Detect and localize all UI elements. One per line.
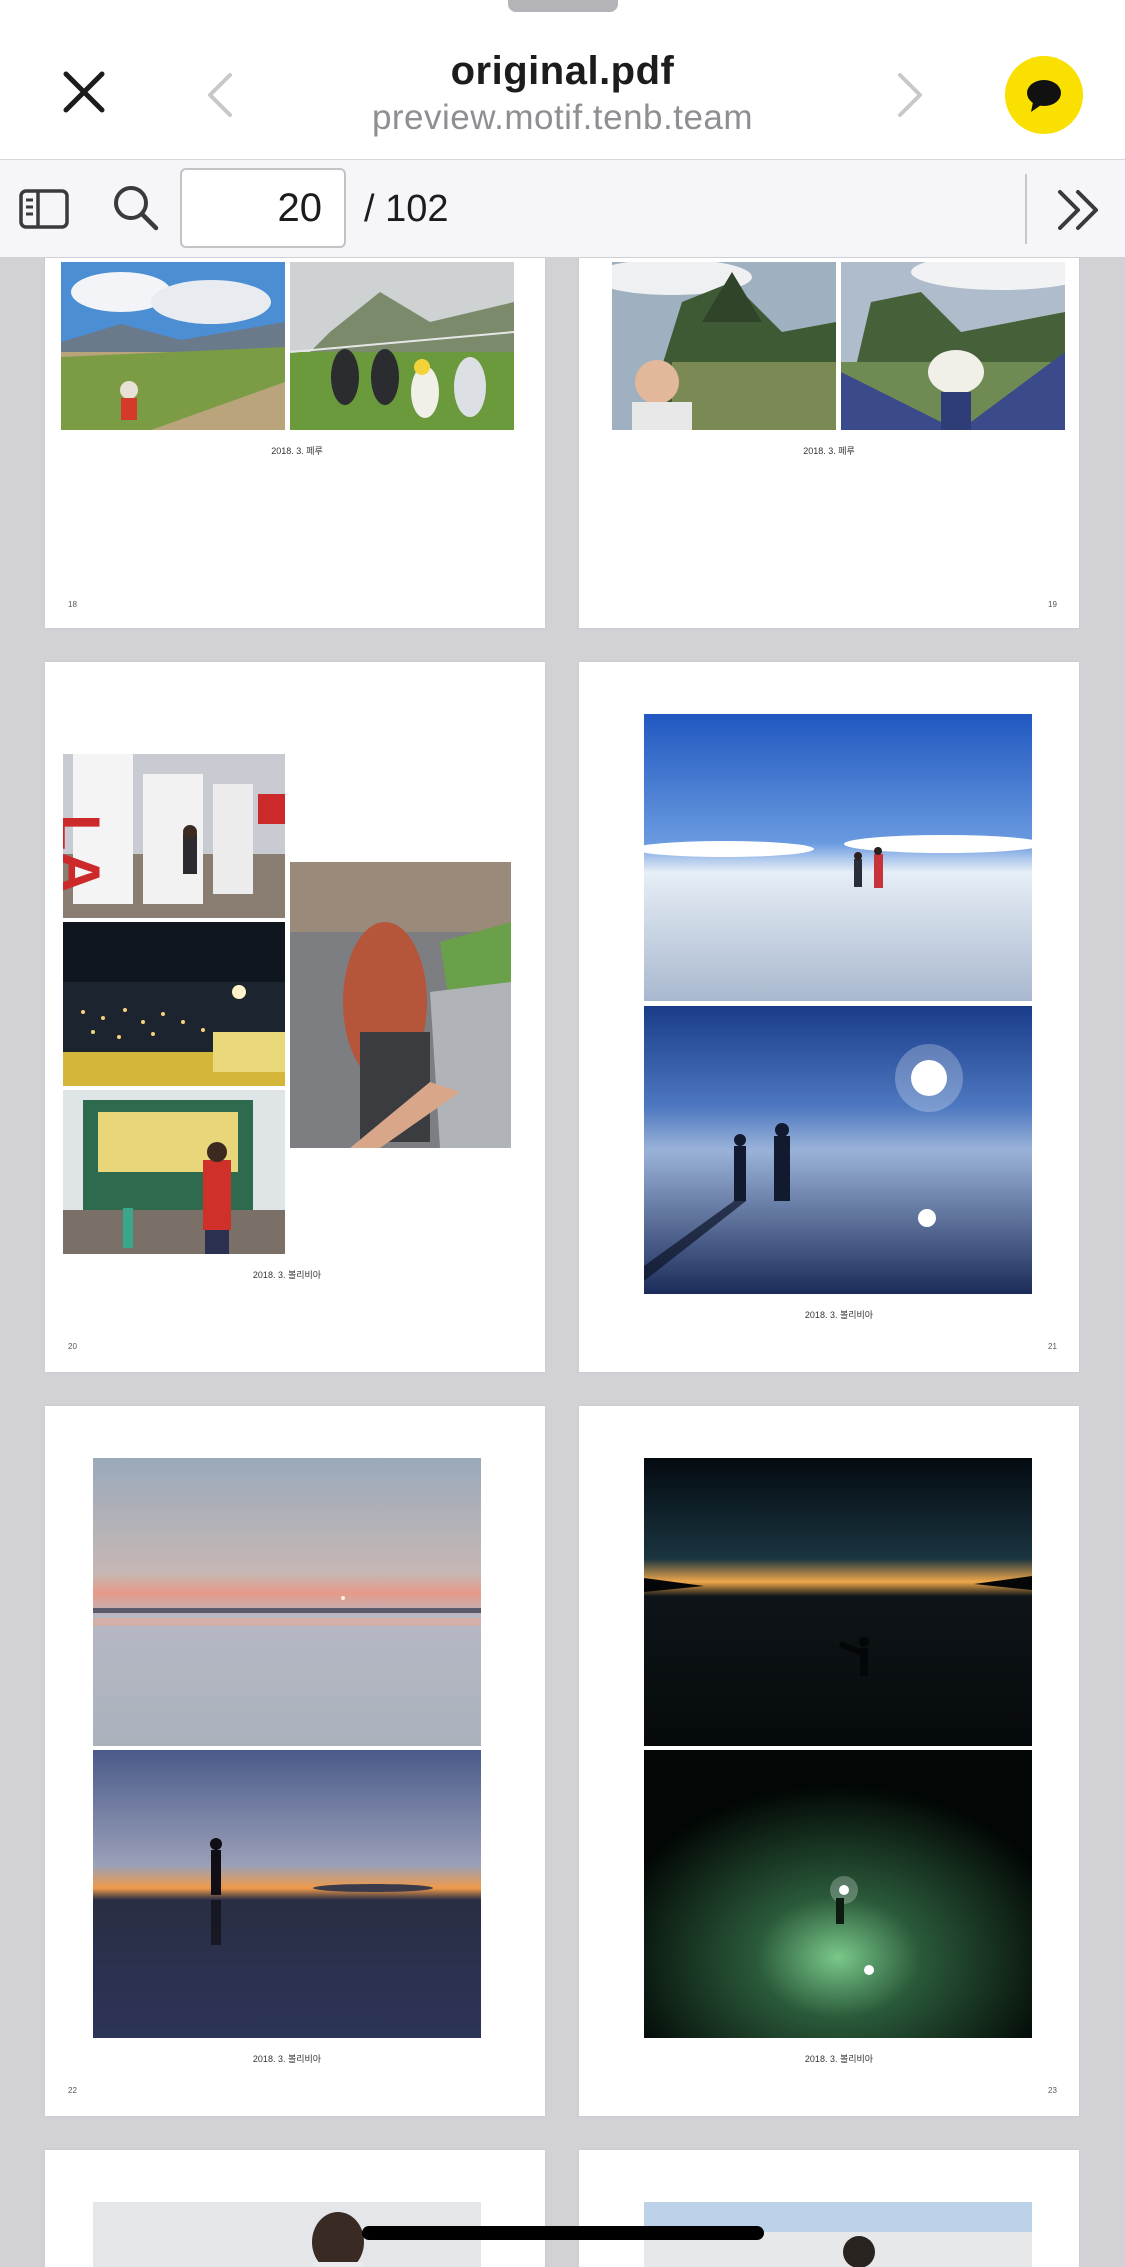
home-indicator[interactable] bbox=[362, 2226, 764, 2240]
chevron-left-icon bbox=[208, 73, 232, 117]
sidebar-toggle-button[interactable] bbox=[18, 184, 70, 234]
pdf-page[interactable]: 2018. 3. 볼리비아 21 bbox=[579, 662, 1079, 1372]
photo bbox=[644, 714, 1032, 1001]
photo: LA bbox=[63, 754, 285, 918]
page-number: 23 bbox=[1048, 2086, 1057, 2095]
search-button[interactable] bbox=[108, 180, 164, 236]
close-icon bbox=[63, 71, 105, 113]
chat-bubble-icon bbox=[1027, 80, 1061, 112]
pdf-page[interactable]: 2018. 3. 볼리비아 22 bbox=[45, 1406, 545, 2116]
photo bbox=[63, 1090, 285, 1254]
photo bbox=[644, 1458, 1032, 1746]
photo bbox=[290, 262, 514, 430]
pdf-page[interactable]: 2018. 3. 볼리비아 23 bbox=[579, 1406, 1079, 2116]
page-number: 20 bbox=[68, 1342, 77, 1351]
page-caption: 2018. 3. 볼리비아 bbox=[804, 1310, 874, 1320]
photo bbox=[290, 862, 511, 1148]
pdf-page[interactable] bbox=[579, 2150, 1079, 2267]
chat-button[interactable] bbox=[1005, 56, 1083, 134]
document-title: original.pdf bbox=[450, 49, 675, 93]
page-caption: 2018. 3. 볼리비아 bbox=[252, 1270, 322, 1280]
toolbar-divider bbox=[1025, 174, 1027, 244]
pdf-page[interactable]: 2018. 3. 페루 19 bbox=[579, 200, 1079, 628]
photo bbox=[63, 922, 285, 1086]
forward-button[interactable] bbox=[880, 60, 940, 130]
double-chevron-right-icon bbox=[1058, 190, 1098, 230]
document-host: preview.motif.tenb.team bbox=[371, 98, 754, 137]
photo bbox=[93, 1458, 481, 1746]
page-caption: 2018. 3. 페루 bbox=[803, 446, 855, 456]
page-total: / 102 bbox=[364, 188, 449, 230]
title-block: original.pdf preview.motif.tenb.team bbox=[290, 46, 835, 140]
pdf-viewer: original.pdf preview.motif.tenb.team 20 … bbox=[0, 0, 1125, 2267]
page-caption: 2018. 3. 볼리비아 bbox=[804, 2054, 874, 2064]
page-number: 21 bbox=[1048, 1342, 1057, 1351]
close-button[interactable] bbox=[48, 56, 120, 128]
search-icon bbox=[114, 186, 159, 231]
page-caption: 2018. 3. 볼리비아 bbox=[252, 2054, 322, 2064]
chevron-right-icon bbox=[898, 73, 922, 117]
viewer-header: original.pdf preview.motif.tenb.team bbox=[0, 0, 1125, 160]
pdf-page[interactable]: LA 2018. 3. 볼리비아 20 bbox=[45, 662, 545, 1372]
photo bbox=[841, 262, 1065, 430]
pdf-page[interactable]: 2018. 3. 페루 18 bbox=[45, 200, 545, 628]
photo bbox=[644, 1006, 1032, 1294]
sidebar-icon bbox=[19, 189, 69, 229]
photo bbox=[93, 1750, 481, 2038]
photo bbox=[612, 262, 836, 430]
page-number-input[interactable] bbox=[180, 168, 346, 248]
sheet-grabber[interactable] bbox=[508, 0, 618, 12]
viewer-toolbar: / 102 bbox=[0, 160, 1125, 258]
page-number: 22 bbox=[68, 2086, 77, 2095]
back-button[interactable] bbox=[190, 60, 250, 130]
page-caption: 2018. 3. 페루 bbox=[271, 446, 323, 456]
svg-text:LA: LA bbox=[63, 814, 112, 894]
page-number: 18 bbox=[68, 600, 77, 609]
expand-button[interactable] bbox=[1052, 184, 1108, 236]
photo bbox=[644, 1750, 1032, 2038]
photo bbox=[61, 262, 285, 430]
page-number: 19 bbox=[1048, 600, 1057, 609]
pdf-page[interactable] bbox=[45, 2150, 545, 2267]
